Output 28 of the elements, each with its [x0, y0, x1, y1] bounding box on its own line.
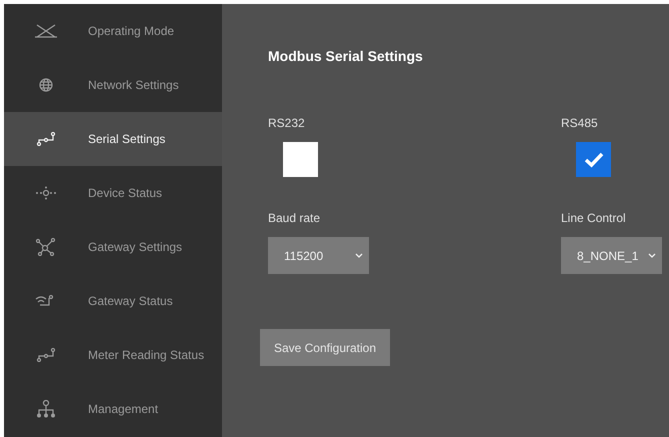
section-title: Modbus Serial Settings: [268, 48, 424, 64]
hierarchy-icon: [36, 400, 56, 418]
sidebar-item[interactable]: Management: [4, 382, 222, 436]
sidebar-item[interactable]: Gateway Status: [4, 274, 222, 328]
sidebar-item[interactable]: Network Settings: [4, 58, 222, 112]
sidebar-item[interactable]: Meter Reading Status: [4, 328, 222, 382]
checkbox[interactable]: [283, 142, 318, 177]
caret-icon: [355, 253, 363, 258]
globe-icon: [39, 78, 53, 92]
crossed-lines-icon: [35, 24, 57, 38]
check-icon: [584, 152, 604, 168]
sidebar-item[interactable]: Device Status: [4, 166, 222, 220]
checkbox-label: RS485: [561, 116, 599, 130]
select-label: Baud rate: [268, 211, 322, 225]
sidebar-item[interactable]: Serial Settings: [4, 112, 222, 166]
sidebar-item[interactable]: Gateway Settings: [4, 220, 222, 274]
sidebar-item[interactable]: Operating Mode: [4, 4, 222, 58]
save-button[interactable]: Save Configuration: [260, 329, 390, 366]
serial-connector-icon: [36, 132, 56, 146]
select-label: Line Control: [561, 211, 627, 225]
network-hub-icon: [36, 238, 56, 256]
caret-icon: [648, 253, 656, 258]
dotted-node-icon: [35, 186, 57, 200]
dropdown-select[interactable]: 115200: [268, 237, 369, 274]
serial-connector-icon: [36, 348, 56, 362]
checkbox[interactable]: [576, 142, 611, 177]
checkbox-label: RS232: [268, 116, 306, 130]
dropdown-select[interactable]: 8_NONE_1: [561, 237, 662, 274]
